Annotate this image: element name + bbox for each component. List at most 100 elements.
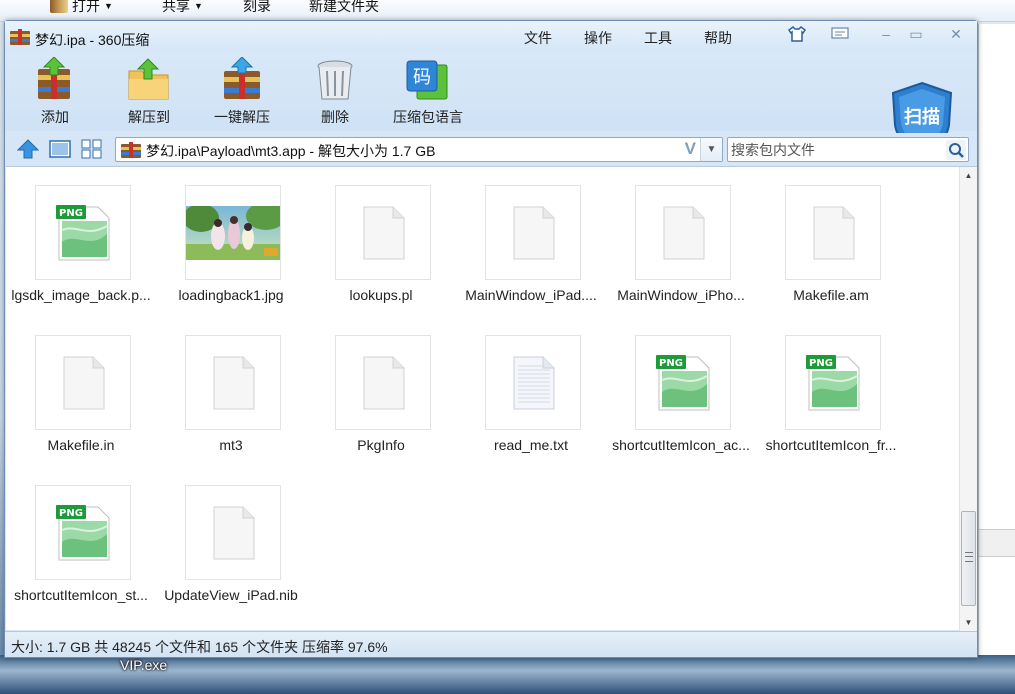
file-thumbnail[interactable] [485,335,581,430]
add-button[interactable]: 添加 [15,57,95,127]
file-thumbnail[interactable] [785,185,881,280]
maximize-button[interactable]: ▭ [902,23,930,45]
file-name: loadingback1.jpg [178,287,284,303]
app-window: 梦幻.ipa - 360压缩 文件 操作 工具 帮助 – ▭ ✕ 添加 解压到 … [4,20,978,658]
image-preview-icon [186,206,280,260]
file-thumbnail[interactable] [185,335,281,430]
file-grid: PNG lgsdk_image_back.p... loadingback1.jpg… [6,167,958,631]
code-char: 码 [413,67,431,88]
one-click-extract-button[interactable]: 一键解压 [202,57,282,127]
file-item[interactable]: PNG shortcutItemIcon_ac... [606,317,756,457]
background-window [978,24,1015,655]
file-item[interactable]: PNG shortcutItemIcon_fr... [756,317,906,457]
share-menu[interactable]: 共享 ▼ [162,0,203,16]
delete-button[interactable]: 删除 [295,57,375,127]
search-icon[interactable] [946,140,966,160]
file-item[interactable]: PkgInfo [306,317,456,457]
path-dropdown-button[interactable]: ▼ [700,138,722,161]
file-name: Makefile.in [47,437,115,453]
png-file-icon: PNG [56,205,110,261]
file-list-pane: PNG lgsdk_image_back.p... loadingback1.jpg… [6,166,977,631]
file-thumbnail[interactable] [335,185,431,280]
main-toolbar: 添加 解压到 一键解压 删除 码 压缩包语言 扫描 [5,51,977,155]
file-thumbnail[interactable]: PNG [785,335,881,430]
file-name: shortcutItemIcon_st... [14,587,148,603]
status-text: 大小: 1.7 GB 共 48245 个文件和 165 个文件夹 压缩率 97.… [11,639,388,655]
close-button[interactable]: ✕ [942,23,970,45]
add-icon [38,57,70,99]
thumbnail-view-icon[interactable] [81,139,103,159]
address-bar: 梦幻.ipa\Payload\mt3.app - 解包大小为 1.7 GB V … [5,133,977,165]
png-badge: PNG [59,508,83,519]
vertical-scrollbar[interactable]: ▲ ▼ [959,167,977,631]
file-thumbnail[interactable] [185,485,281,580]
chevron-down-icon: ▼ [194,1,203,11]
menu-tools[interactable]: 工具 [644,28,672,48]
title-bar: 梦幻.ipa - 360压缩 文件 操作 工具 帮助 – ▭ ✕ [5,21,977,51]
trash-icon [317,60,353,100]
skin-icon[interactable] [786,26,808,42]
blank-file-icon [663,206,705,260]
blank-file-icon [363,206,405,260]
desktop-icon-label[interactable]: VIP.exe [120,657,167,673]
file-name: read_me.txt [494,437,568,453]
scroll-up-arrow-icon[interactable]: ▲ [960,167,977,184]
file-thumbnail[interactable] [35,335,131,430]
file-thumbnail[interactable]: PNG [35,485,131,580]
archive-language-button[interactable]: 码 压缩包语言 [388,57,468,127]
file-item[interactable]: loadingback1.jpg [156,167,306,307]
file-thumbnail[interactable] [335,335,431,430]
menu-file[interactable]: 文件 [524,28,552,48]
minimize-button[interactable]: – [872,23,900,45]
file-item[interactable]: lookups.pl [306,167,456,307]
file-item[interactable]: Makefile.in [6,317,156,457]
menu-operation[interactable]: 操作 [584,28,612,48]
detail-view-icon[interactable] [49,139,71,159]
new-folder-button[interactable]: 新建文件夹 [309,0,379,16]
current-path: 梦幻.ipa\Payload\mt3.app - 解包大小为 1.7 GB [146,143,436,159]
file-item[interactable]: PNG lgsdk_image_back.p... [6,167,156,307]
path-field[interactable]: 梦幻.ipa\Payload\mt3.app - 解包大小为 1.7 GB V … [115,137,723,162]
scan-label: 扫描 [904,106,940,128]
blank-file-icon [63,356,105,410]
file-item[interactable]: Makefile.am [756,167,906,307]
code-language-icon: 码 [406,60,448,100]
file-item[interactable]: MainWindow_iPad.... [456,167,606,307]
file-name: lookups.pl [349,287,413,303]
file-name: shortcutItemIcon_fr... [765,437,897,453]
scroll-down-arrow-icon[interactable]: ▼ [960,614,977,631]
archive-icon [50,0,68,13]
file-item[interactable]: PNG shortcutItemIcon_st... [6,467,156,607]
file-thumbnail[interactable] [485,185,581,280]
file-thumbnail[interactable]: PNG [35,185,131,280]
search-input[interactable] [731,141,941,159]
png-file-icon: PNG [656,355,710,411]
file-item[interactable]: read_me.txt [456,317,606,457]
blank-file-icon [363,356,405,410]
blank-file-icon [513,206,555,260]
explorer-command-bar: 打开 ▼ 共享 ▼ 刻录 新建文件夹 [0,0,1015,22]
scrollbar-thumb[interactable] [961,511,976,606]
file-thumbnail[interactable]: PNG [635,335,731,430]
file-name: MainWindow_iPad.... [465,287,597,303]
file-item[interactable]: MainWindow_iPho... [606,167,756,307]
text-file-icon [513,356,555,410]
one-click-extract-icon [224,57,260,99]
file-thumbnail[interactable] [635,185,731,280]
feedback-icon[interactable] [829,26,851,42]
png-badge: PNG [809,358,833,369]
v-mark-icon[interactable]: V [685,139,696,159]
menu-help[interactable]: 帮助 [704,28,732,48]
file-thumbnail[interactable] [185,185,281,280]
extract-folder-icon [128,58,169,100]
extract-to-button[interactable]: 解压到 [109,57,189,127]
blank-file-icon [213,506,255,560]
search-box [727,137,969,162]
file-item[interactable]: UpdateView_iPad.nib [156,467,306,607]
file-name: mt3 [219,437,243,453]
burn-button[interactable]: 刻录 [243,0,271,16]
png-badge: PNG [59,208,83,219]
open-menu[interactable]: 打开 ▼ [50,0,113,16]
up-arrow-icon[interactable] [17,139,39,159]
file-item[interactable]: mt3 [156,317,306,457]
